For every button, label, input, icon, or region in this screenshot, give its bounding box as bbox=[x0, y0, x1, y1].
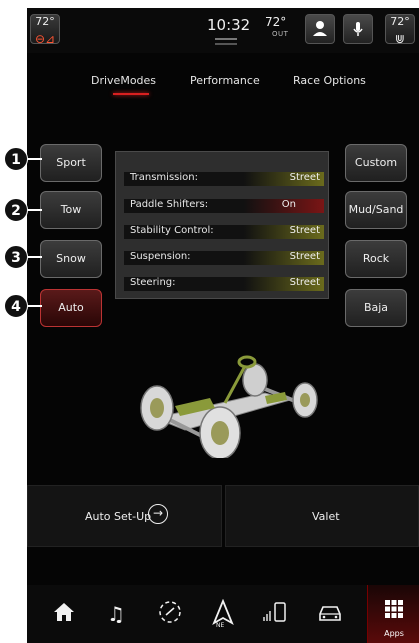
heated-seat-icon: ⊖⊿ bbox=[34, 32, 56, 46]
profile-button[interactable] bbox=[305, 14, 335, 44]
music-icon[interactable]: ♫ bbox=[101, 599, 131, 629]
home-icon[interactable] bbox=[49, 599, 79, 629]
setting-row-suspension: Suspension: Street bbox=[124, 251, 324, 265]
callout-1: 1 bbox=[4, 147, 28, 171]
setting-value: Street bbox=[289, 251, 320, 262]
voice-button[interactable] bbox=[343, 14, 373, 44]
bottom-nav: ♫ NE Apps bbox=[27, 585, 419, 643]
mode-snow-button[interactable]: Snow bbox=[40, 240, 102, 278]
mode-mudsand-label: Mud/Sand bbox=[348, 203, 404, 216]
mode-auto-button[interactable]: Auto bbox=[40, 289, 102, 327]
setting-row-steering: Steering: Street bbox=[124, 277, 324, 291]
navigation-icon[interactable]: NE bbox=[208, 598, 238, 629]
callout-2: 2 bbox=[4, 198, 28, 222]
passenger-climate-button[interactable]: 72° ⋓ bbox=[385, 14, 415, 46]
mode-mudsand-button[interactable]: Mud/Sand bbox=[345, 191, 407, 229]
clock: 10:32 bbox=[207, 16, 251, 34]
mode-custom-button[interactable]: Custom bbox=[345, 144, 407, 182]
auto-setup-label: Auto Set-Up bbox=[85, 510, 152, 523]
setting-label: Paddle Shifters: bbox=[130, 199, 209, 210]
setting-label: Transmission: bbox=[130, 172, 198, 183]
vehicle-icon[interactable] bbox=[315, 599, 345, 629]
callout-4-leader bbox=[28, 305, 42, 307]
mode-sport-button[interactable]: Sport bbox=[40, 144, 102, 182]
tab-performance[interactable]: Performance bbox=[190, 74, 260, 87]
apps-button[interactable]: Apps bbox=[367, 585, 419, 643]
callout-1-leader bbox=[28, 158, 42, 160]
uconnect-screen: 72° ⊖⊿ 10:32 72° OUT 72° ⋓ DriveModes Pe… bbox=[27, 8, 419, 643]
mode-auto-label: Auto bbox=[58, 301, 84, 314]
mode-tow-button[interactable]: Tow bbox=[40, 191, 102, 229]
driver-temp: 72° bbox=[35, 15, 55, 28]
outside-temp: 72° bbox=[265, 15, 287, 29]
compass-label: NE bbox=[216, 622, 225, 629]
controls-icon[interactable] bbox=[155, 599, 185, 629]
mode-baja-label: Baja bbox=[363, 301, 389, 314]
arrow-right-circle-icon: → bbox=[148, 504, 168, 524]
valet-label: Valet bbox=[312, 510, 340, 523]
auto-setup-button[interactable]: Auto Set-Up → bbox=[27, 485, 222, 547]
tab-race-options[interactable]: Race Options bbox=[293, 74, 366, 87]
apps-label: Apps bbox=[384, 629, 404, 638]
setting-row-paddle-shifters: Paddle Shifters: On bbox=[124, 199, 324, 213]
apps-icon bbox=[385, 600, 403, 618]
setting-label: Suspension: bbox=[130, 251, 191, 262]
valet-button[interactable]: Valet bbox=[225, 485, 419, 547]
heated-steering-icon: ⋓ bbox=[394, 32, 406, 46]
profile-icon bbox=[313, 21, 327, 36]
mode-rock-button[interactable]: Rock bbox=[345, 240, 407, 278]
callout-3-leader bbox=[28, 256, 42, 258]
mode-tow-label: Tow bbox=[60, 203, 82, 216]
setting-value: Street bbox=[289, 225, 320, 236]
mode-snow-label: Snow bbox=[56, 252, 86, 265]
callout-3: 3 bbox=[4, 245, 28, 269]
mode-custom-label: Custom bbox=[354, 156, 398, 169]
mode-sport-label: Sport bbox=[56, 156, 86, 169]
callout-2-leader bbox=[28, 209, 42, 211]
chassis-graphic bbox=[140, 355, 318, 458]
outside-label: OUT bbox=[272, 30, 289, 38]
setting-row-transmission: Transmission: Street bbox=[124, 172, 324, 186]
clock-divider-lower bbox=[215, 43, 237, 45]
setting-value: Street bbox=[289, 277, 320, 288]
driver-climate-button[interactable]: 72° ⊖⊿ bbox=[30, 14, 60, 46]
setting-row-stability-control: Stability Control: Street bbox=[124, 225, 324, 239]
setting-value: On bbox=[281, 199, 296, 210]
status-bar: 72° ⊖⊿ 10:32 72° OUT 72° ⋓ bbox=[27, 8, 419, 53]
tab-bar: DriveModes Performance Race Options bbox=[27, 74, 419, 104]
setting-value: Street bbox=[289, 172, 320, 183]
setting-label: Stability Control: bbox=[130, 225, 214, 236]
mode-rock-label: Rock bbox=[362, 252, 390, 265]
callout-4: 4 bbox=[4, 294, 28, 318]
clock-divider bbox=[215, 38, 237, 40]
active-tab-indicator bbox=[113, 93, 149, 95]
mode-settings-panel: Transmission: Street Paddle Shifters: On… bbox=[115, 151, 329, 299]
passenger-temp: 72° bbox=[390, 15, 410, 28]
setting-label: Steering: bbox=[130, 277, 176, 288]
mode-baja-button[interactable]: Baja bbox=[345, 289, 407, 327]
phone-icon[interactable] bbox=[261, 599, 291, 629]
tab-drivemodes[interactable]: DriveModes bbox=[91, 74, 156, 87]
microphone-icon bbox=[353, 22, 363, 36]
